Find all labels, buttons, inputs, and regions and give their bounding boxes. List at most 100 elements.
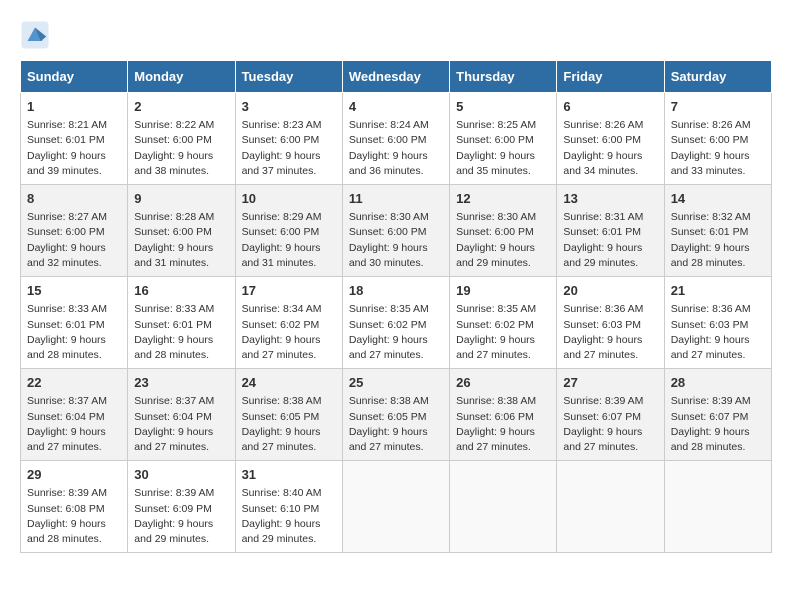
week-row-3: 15 Sunrise: 8:33 AM Sunset: 6:01 PM Dayl… <box>21 277 772 369</box>
calendar-cell: 16 Sunrise: 8:33 AM Sunset: 6:01 PM Dayl… <box>128 277 235 369</box>
calendar-cell: 14 Sunrise: 8:32 AM Sunset: 6:01 PM Dayl… <box>664 185 771 277</box>
day-number: 25 <box>349 374 443 392</box>
calendar-cell: 4 Sunrise: 8:24 AM Sunset: 6:00 PM Dayli… <box>342 93 449 185</box>
day-info: Sunrise: 8:36 AM Sunset: 6:03 PM Dayligh… <box>671 302 765 363</box>
week-row-5: 29 Sunrise: 8:39 AM Sunset: 6:08 PM Dayl… <box>21 461 772 553</box>
day-info: Sunrise: 8:32 AM Sunset: 6:01 PM Dayligh… <box>671 210 765 271</box>
day-number: 26 <box>456 374 550 392</box>
calendar-table: SundayMondayTuesdayWednesdayThursdayFrid… <box>20 60 772 553</box>
calendar-cell <box>557 461 664 553</box>
calendar-body: 1 Sunrise: 8:21 AM Sunset: 6:01 PM Dayli… <box>21 93 772 553</box>
day-number: 17 <box>242 282 336 300</box>
week-row-2: 8 Sunrise: 8:27 AM Sunset: 6:00 PM Dayli… <box>21 185 772 277</box>
calendar-cell: 30 Sunrise: 8:39 AM Sunset: 6:09 PM Dayl… <box>128 461 235 553</box>
day-number: 3 <box>242 98 336 116</box>
day-number: 9 <box>134 190 228 208</box>
calendar-cell: 31 Sunrise: 8:40 AM Sunset: 6:10 PM Dayl… <box>235 461 342 553</box>
day-number: 10 <box>242 190 336 208</box>
day-info: Sunrise: 8:24 AM Sunset: 6:00 PM Dayligh… <box>349 118 443 179</box>
day-number: 22 <box>27 374 121 392</box>
weekday-header-row: SundayMondayTuesdayWednesdayThursdayFrid… <box>21 61 772 93</box>
day-info: Sunrise: 8:23 AM Sunset: 6:00 PM Dayligh… <box>242 118 336 179</box>
day-number: 18 <box>349 282 443 300</box>
day-number: 24 <box>242 374 336 392</box>
day-info: Sunrise: 8:26 AM Sunset: 6:00 PM Dayligh… <box>671 118 765 179</box>
day-number: 21 <box>671 282 765 300</box>
day-info: Sunrise: 8:37 AM Sunset: 6:04 PM Dayligh… <box>27 394 121 455</box>
calendar-cell: 28 Sunrise: 8:39 AM Sunset: 6:07 PM Dayl… <box>664 369 771 461</box>
day-info: Sunrise: 8:35 AM Sunset: 6:02 PM Dayligh… <box>456 302 550 363</box>
day-info: Sunrise: 8:30 AM Sunset: 6:00 PM Dayligh… <box>349 210 443 271</box>
day-info: Sunrise: 8:39 AM Sunset: 6:07 PM Dayligh… <box>671 394 765 455</box>
weekday-header-saturday: Saturday <box>664 61 771 93</box>
calendar-cell: 17 Sunrise: 8:34 AM Sunset: 6:02 PM Dayl… <box>235 277 342 369</box>
weekday-header-monday: Monday <box>128 61 235 93</box>
day-info: Sunrise: 8:39 AM Sunset: 6:08 PM Dayligh… <box>27 486 121 547</box>
weekday-header-thursday: Thursday <box>450 61 557 93</box>
day-info: Sunrise: 8:34 AM Sunset: 6:02 PM Dayligh… <box>242 302 336 363</box>
day-info: Sunrise: 8:28 AM Sunset: 6:00 PM Dayligh… <box>134 210 228 271</box>
day-info: Sunrise: 8:33 AM Sunset: 6:01 PM Dayligh… <box>27 302 121 363</box>
calendar-cell: 13 Sunrise: 8:31 AM Sunset: 6:01 PM Dayl… <box>557 185 664 277</box>
calendar-cell: 11 Sunrise: 8:30 AM Sunset: 6:00 PM Dayl… <box>342 185 449 277</box>
calendar-cell <box>664 461 771 553</box>
weekday-header-tuesday: Tuesday <box>235 61 342 93</box>
calendar-cell: 22 Sunrise: 8:37 AM Sunset: 6:04 PM Dayl… <box>21 369 128 461</box>
calendar-cell: 21 Sunrise: 8:36 AM Sunset: 6:03 PM Dayl… <box>664 277 771 369</box>
day-number: 13 <box>563 190 657 208</box>
day-number: 27 <box>563 374 657 392</box>
calendar-cell: 9 Sunrise: 8:28 AM Sunset: 6:00 PM Dayli… <box>128 185 235 277</box>
calendar-cell <box>342 461 449 553</box>
calendar-cell: 1 Sunrise: 8:21 AM Sunset: 6:01 PM Dayli… <box>21 93 128 185</box>
calendar-cell: 27 Sunrise: 8:39 AM Sunset: 6:07 PM Dayl… <box>557 369 664 461</box>
day-info: Sunrise: 8:38 AM Sunset: 6:06 PM Dayligh… <box>456 394 550 455</box>
day-number: 11 <box>349 190 443 208</box>
day-info: Sunrise: 8:39 AM Sunset: 6:07 PM Dayligh… <box>563 394 657 455</box>
day-number: 30 <box>134 466 228 484</box>
day-number: 5 <box>456 98 550 116</box>
day-info: Sunrise: 8:35 AM Sunset: 6:02 PM Dayligh… <box>349 302 443 363</box>
calendar-cell: 5 Sunrise: 8:25 AM Sunset: 6:00 PM Dayli… <box>450 93 557 185</box>
day-info: Sunrise: 8:33 AM Sunset: 6:01 PM Dayligh… <box>134 302 228 363</box>
calendar-cell: 2 Sunrise: 8:22 AM Sunset: 6:00 PM Dayli… <box>128 93 235 185</box>
day-number: 4 <box>349 98 443 116</box>
logo-icon <box>20 20 50 50</box>
calendar-cell: 18 Sunrise: 8:35 AM Sunset: 6:02 PM Dayl… <box>342 277 449 369</box>
week-row-1: 1 Sunrise: 8:21 AM Sunset: 6:01 PM Dayli… <box>21 93 772 185</box>
day-number: 20 <box>563 282 657 300</box>
calendar-cell: 19 Sunrise: 8:35 AM Sunset: 6:02 PM Dayl… <box>450 277 557 369</box>
day-number: 14 <box>671 190 765 208</box>
calendar-cell: 25 Sunrise: 8:38 AM Sunset: 6:05 PM Dayl… <box>342 369 449 461</box>
calendar-cell: 15 Sunrise: 8:33 AM Sunset: 6:01 PM Dayl… <box>21 277 128 369</box>
calendar-cell: 7 Sunrise: 8:26 AM Sunset: 6:00 PM Dayli… <box>664 93 771 185</box>
calendar-cell <box>450 461 557 553</box>
calendar-cell: 6 Sunrise: 8:26 AM Sunset: 6:00 PM Dayli… <box>557 93 664 185</box>
calendar-cell: 23 Sunrise: 8:37 AM Sunset: 6:04 PM Dayl… <box>128 369 235 461</box>
day-info: Sunrise: 8:39 AM Sunset: 6:09 PM Dayligh… <box>134 486 228 547</box>
day-info: Sunrise: 8:22 AM Sunset: 6:00 PM Dayligh… <box>134 118 228 179</box>
calendar-header: SundayMondayTuesdayWednesdayThursdayFrid… <box>21 61 772 93</box>
weekday-header-friday: Friday <box>557 61 664 93</box>
day-number: 12 <box>456 190 550 208</box>
day-number: 16 <box>134 282 228 300</box>
week-row-4: 22 Sunrise: 8:37 AM Sunset: 6:04 PM Dayl… <box>21 369 772 461</box>
calendar-cell: 20 Sunrise: 8:36 AM Sunset: 6:03 PM Dayl… <box>557 277 664 369</box>
calendar-cell: 24 Sunrise: 8:38 AM Sunset: 6:05 PM Dayl… <box>235 369 342 461</box>
day-info: Sunrise: 8:25 AM Sunset: 6:00 PM Dayligh… <box>456 118 550 179</box>
day-number: 8 <box>27 190 121 208</box>
day-info: Sunrise: 8:26 AM Sunset: 6:00 PM Dayligh… <box>563 118 657 179</box>
day-number: 23 <box>134 374 228 392</box>
calendar-cell: 8 Sunrise: 8:27 AM Sunset: 6:00 PM Dayli… <box>21 185 128 277</box>
weekday-header-sunday: Sunday <box>21 61 128 93</box>
weekday-header-wednesday: Wednesday <box>342 61 449 93</box>
page-header <box>20 20 772 50</box>
day-info: Sunrise: 8:29 AM Sunset: 6:00 PM Dayligh… <box>242 210 336 271</box>
day-info: Sunrise: 8:30 AM Sunset: 6:00 PM Dayligh… <box>456 210 550 271</box>
day-info: Sunrise: 8:27 AM Sunset: 6:00 PM Dayligh… <box>27 210 121 271</box>
day-number: 31 <box>242 466 336 484</box>
day-number: 15 <box>27 282 121 300</box>
calendar-cell: 3 Sunrise: 8:23 AM Sunset: 6:00 PM Dayli… <box>235 93 342 185</box>
day-number: 2 <box>134 98 228 116</box>
day-info: Sunrise: 8:36 AM Sunset: 6:03 PM Dayligh… <box>563 302 657 363</box>
day-number: 6 <box>563 98 657 116</box>
